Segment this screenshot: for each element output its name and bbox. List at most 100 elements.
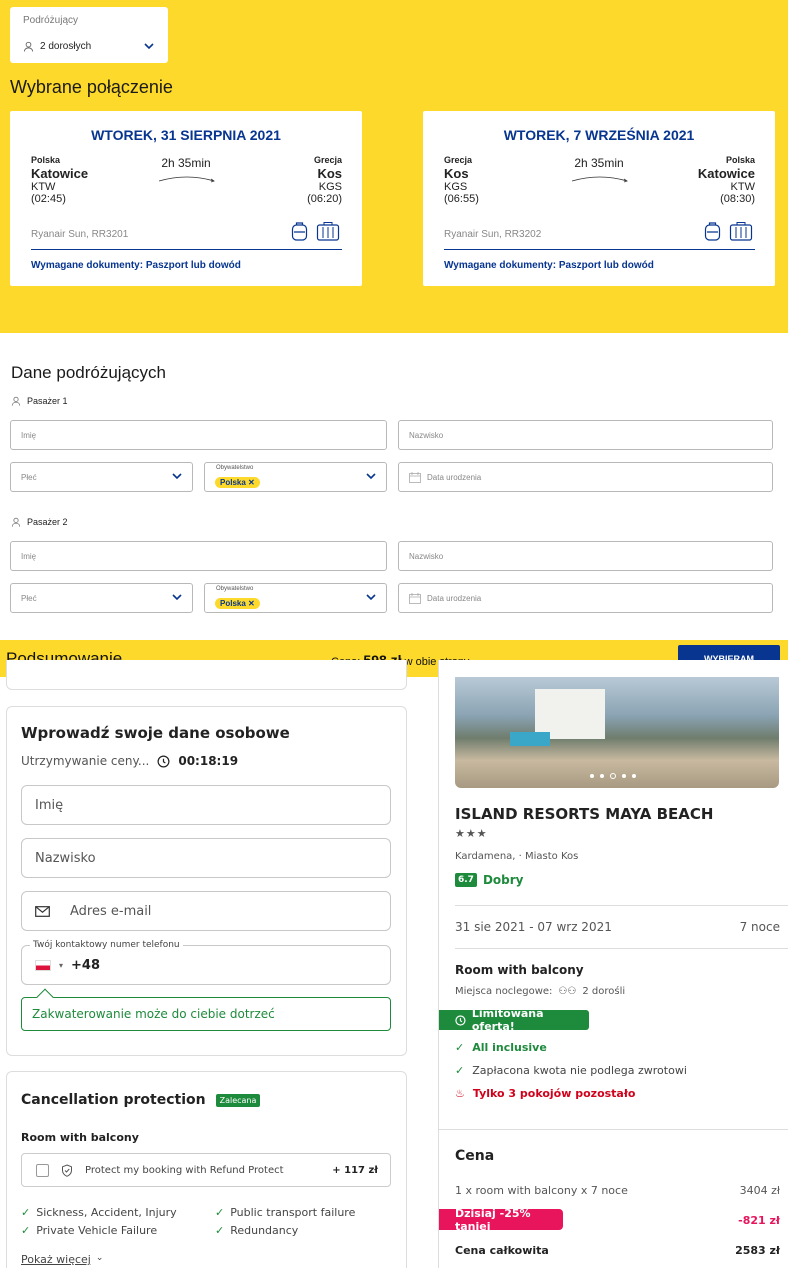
suitcase-icon[interactable] (316, 221, 340, 241)
personal-data-title: Wprowadź swoje dane osobowe (21, 724, 290, 742)
birthdate-input[interactable]: Data urodzenia (398, 462, 773, 492)
rating-score: 6.7 (455, 873, 477, 887)
citizenship-tag[interactable]: Polska ✕ (215, 597, 260, 609)
departure-time: (06:55) (444, 193, 479, 205)
remove-icon[interactable]: ✕ (248, 599, 255, 608)
citizenship-tag[interactable]: Polska ✕ (215, 476, 260, 488)
envelope-icon (35, 905, 50, 917)
citizenship-select[interactable]: Obywatelstwo Polska ✕ (204, 462, 387, 492)
chevron-down-icon (172, 473, 182, 480)
phone-input[interactable]: Twój kontaktowy numer telefonu ▾ +48 (21, 940, 391, 985)
flight-card-outbound: WTOREK, 31 SIERPNIA 2021 Polska Katowice… (10, 111, 362, 286)
price-line-label: 1 x room with balcony x 7 noce (455, 1184, 628, 1197)
arrival-code: KTW (730, 181, 755, 193)
feature-text: Zapłacona kwota nie podlega zwrotowi (472, 1064, 687, 1077)
flight-card-return: WTOREK, 7 WRZEŚNIA 2021 Grecja Kos KGS (… (423, 111, 775, 286)
stay-nights: 7 noce (739, 920, 780, 934)
stay-dates: 31 sie 2021 - 07 wrz 2021 (455, 920, 612, 934)
check-icon: ✓ (455, 1064, 465, 1077)
rooms-left-text: Tylko 3 pokojów pozostało (472, 1087, 636, 1100)
birthdate-input[interactable]: Data urodzenia (398, 583, 773, 613)
gender-select[interactable]: Płeć (10, 583, 193, 613)
beds-info: Miejsca noclegowe: ⚇⚇ 2 dorośli (455, 986, 625, 997)
refund-protect-option[interactable]: Protect my booking with Refund Protect +… (21, 1153, 391, 1187)
carousel-dots[interactable] (590, 773, 636, 779)
feature-text: Sickness, Accident, Injury (36, 1206, 177, 1219)
shield-check-icon (62, 1163, 72, 1177)
dot-active[interactable] (610, 773, 616, 779)
travelers-value-wrap: 2 dorosłych (23, 41, 91, 52)
dot[interactable] (590, 774, 594, 778)
flight-summary-section: Podróżujący 2 dorosłych Wybrane połączen… (0, 0, 788, 333)
last-name-input[interactable]: Nazwisko (21, 838, 391, 878)
last-name-input[interactable]: Nazwisko (398, 420, 773, 450)
first-name-input[interactable]: Imię (10, 420, 387, 450)
feature-item: ✓ Zapłacona kwota nie podlega zwrotowi (455, 1064, 687, 1077)
first-name-input[interactable]: Imię (21, 785, 391, 825)
pool-shape (510, 732, 550, 746)
placeholder: Adres e-mail (70, 903, 152, 919)
hotel-photo[interactable] (455, 677, 779, 788)
check-icon: ✓ (21, 1224, 31, 1237)
hotel-stars: ★★★ (455, 827, 488, 840)
travelers-label: Podróżujący (23, 15, 79, 26)
gender-select[interactable]: Płeć (10, 462, 193, 492)
beds-label: Miejsca noclegowe: (455, 986, 553, 997)
arrival-country: Polska (725, 155, 755, 165)
passengers-heading: Dane podróżujących (11, 363, 166, 382)
recommended-badge: Zalecana (215, 1093, 261, 1107)
citizenship-label: Obywatelstwo (216, 586, 254, 592)
chevron-down-icon: ⌄ (95, 1253, 104, 1263)
check-icon: ✓ (215, 1224, 225, 1237)
dot[interactable] (632, 774, 636, 778)
poland-flag-icon[interactable] (35, 959, 51, 971)
first-name-input[interactable]: Imię (10, 541, 387, 571)
personal-data-card: Wprowadź swoje dane osobowe Utrzymywanie… (6, 706, 407, 1056)
cancellation-title: Cancellation protection (21, 1092, 206, 1108)
arrival-city: Kos (317, 166, 342, 181)
tooltip-arrow (36, 988, 54, 1006)
feature-text: Public transport failure (230, 1206, 356, 1219)
caret-down-icon[interactable]: ▾ (59, 961, 63, 970)
departure-code: KGS (444, 181, 468, 193)
limited-offer-badge: Limitowana oferta! (439, 1007, 589, 1033)
citizenship-value: Polska (220, 477, 246, 487)
feature-text: All inclusive (472, 1041, 547, 1054)
show-more-link[interactable]: Pokaż więcej ⌄ (21, 1253, 103, 1266)
placeholder: Imię (21, 551, 37, 561)
checkbox[interactable] (36, 1163, 49, 1177)
remove-icon[interactable]: ✕ (248, 478, 255, 487)
two-persons-icon: ⚇⚇ (558, 986, 577, 997)
chevron-down-icon (144, 43, 154, 50)
backpack-icon[interactable] (291, 221, 308, 241)
suitcase-icon[interactable] (729, 221, 753, 241)
dot[interactable] (622, 774, 626, 778)
chevron-down-icon (366, 594, 376, 601)
required-documents: Wymagane dokumenty: Paszport lub dowód (31, 260, 241, 271)
selected-connection-heading: Wybrane połączenie (10, 77, 173, 97)
hold-label: Utrzymywanie ceny... (21, 754, 150, 768)
discount-badge: Dzisiaj -25% taniej (439, 1207, 563, 1233)
divider (455, 948, 788, 949)
citizenship-select[interactable]: Obywatelstwo Polska ✕ (204, 583, 387, 613)
feature-item: ✓ Public transport failure (215, 1206, 355, 1219)
limited-offer-text: Limitowana oferta! (471, 1007, 544, 1033)
price-hold: Utrzymywanie ceny... 00:18:19 (21, 754, 238, 768)
show-more-text: Pokaż więcej (21, 1253, 91, 1266)
feature-item: ✓ Sickness, Accident, Injury (21, 1206, 177, 1219)
travelers-dropdown[interactable]: Podróżujący 2 dorosłych (10, 7, 168, 63)
price-line-value: 3404 zł (739, 1184, 780, 1197)
arrival-city: Katowice (697, 166, 755, 181)
email-input[interactable]: Adres e-mail (21, 891, 391, 931)
rating-label: Dobry (482, 873, 524, 887)
dot[interactable] (600, 774, 604, 778)
flight-arc (571, 176, 628, 183)
phone-prefix: +48 (71, 957, 100, 973)
last-name-input[interactable]: Nazwisko (398, 541, 773, 571)
passenger-label: Pasażer 2 (27, 517, 68, 527)
departure-time: (02:45) (31, 193, 66, 205)
feature-item: ✓ All inclusive (455, 1041, 547, 1054)
placeholder: Data urodzenia (427, 593, 482, 603)
refund-protect-label: Protect my booking with Refund Protect (85, 1164, 284, 1176)
backpack-icon[interactable] (704, 221, 721, 241)
